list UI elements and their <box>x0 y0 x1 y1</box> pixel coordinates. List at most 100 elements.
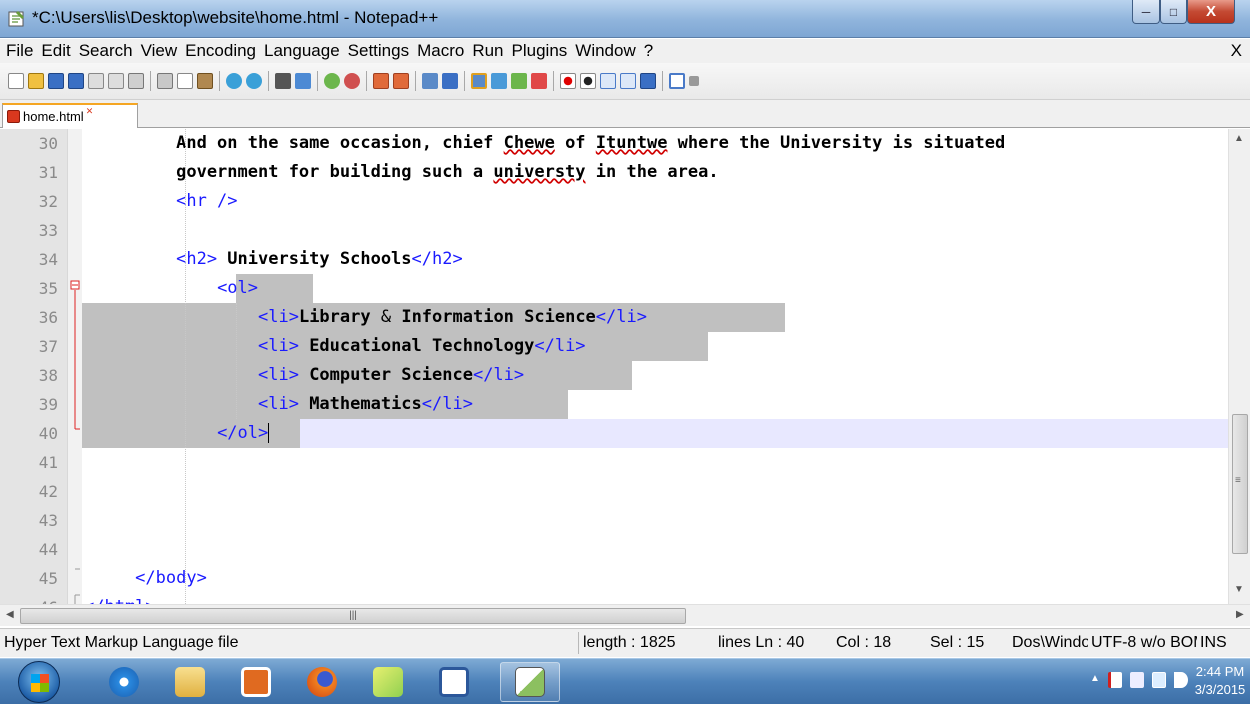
text-token: Mathematics <box>298 394 422 414</box>
menu-view[interactable]: View <box>137 41 182 61</box>
open-file-icon[interactable] <box>28 73 44 89</box>
menu-language[interactable]: Language <box>260 41 344 61</box>
text-token: Information Science <box>391 307 596 327</box>
text-token: Computer Science <box>298 365 473 385</box>
menu-edit[interactable]: Edit <box>37 41 74 61</box>
sticky-notes-icon <box>373 667 403 697</box>
vertical-scroll-thumb[interactable]: ≡ <box>1232 414 1248 554</box>
zoom-out-icon[interactable] <box>344 73 360 89</box>
line-number: 32 <box>38 192 58 211</box>
code-text: government for building such a universty… <box>84 158 718 187</box>
vertical-scrollbar[interactable]: ▲ ≡ ▼ <box>1228 129 1250 604</box>
show-hidden-icons-icon[interactable]: ▲ <box>1090 673 1100 684</box>
save-all-icon[interactable] <box>68 73 84 89</box>
print-icon[interactable] <box>128 73 144 89</box>
zoom-in-icon[interactable] <box>324 73 340 89</box>
menu-help[interactable]: ? <box>640 41 657 61</box>
menu-search[interactable]: Search <box>75 41 137 61</box>
close-file-icon[interactable] <box>88 73 104 89</box>
taskbar-media-player[interactable] <box>226 662 286 702</box>
status-bar: Hyper Text Markup Language file length :… <box>0 628 1250 657</box>
internet-explorer-icon <box>109 667 139 697</box>
scroll-up-arrow-icon[interactable]: ▲ <box>1234 133 1244 144</box>
menu-macro[interactable]: Macro <box>413 41 468 61</box>
toolbar-separator <box>464 71 465 91</box>
menu-file[interactable]: File <box>0 41 37 61</box>
word-wrap-icon[interactable] <box>422 73 438 89</box>
stop-macro-icon[interactable] <box>580 73 596 89</box>
firefox-icon <box>307 667 337 697</box>
tab-home-html[interactable]: home.html ✕ <box>2 103 138 128</box>
run-macro-multiple-icon[interactable] <box>620 73 636 89</box>
redo-icon[interactable] <box>246 73 262 89</box>
taskbar-internet-explorer[interactable] <box>94 662 154 702</box>
network-icon[interactable] <box>1152 672 1167 688</box>
user-lang-icon[interactable] <box>491 73 507 89</box>
menu-run[interactable]: Run <box>468 41 507 61</box>
spell-check-icon[interactable] <box>669 73 685 89</box>
close-all-icon[interactable] <box>108 73 124 89</box>
line-number: 46 <box>0 593 58 604</box>
unsaved-file-icon <box>7 110 20 123</box>
taskbar-firefox[interactable] <box>292 662 352 702</box>
find-icon[interactable] <box>275 73 291 89</box>
tab-close-icon[interactable]: ✕ <box>86 106 94 117</box>
replace-icon[interactable] <box>295 73 311 89</box>
record-macro-icon[interactable] <box>560 73 576 89</box>
horizontal-scrollbar[interactable]: ◀ ||| ▶ <box>0 604 1250 626</box>
scroll-left-arrow-icon[interactable]: ◀ <box>6 609 14 620</box>
toolbar-separator <box>553 71 554 91</box>
menu-window[interactable]: Window <box>571 41 639 61</box>
sync-vertical-icon[interactable] <box>373 73 389 89</box>
play-macro-icon[interactable] <box>600 73 616 89</box>
taskbar-word[interactable] <box>424 662 484 702</box>
volume-icon[interactable] <box>1174 672 1188 688</box>
scroll-down-arrow-icon[interactable]: ▼ <box>1234 584 1244 595</box>
menu-encoding[interactable]: Encoding <box>181 41 260 61</box>
spell-options-icon[interactable] <box>689 76 699 86</box>
devices-icon[interactable] <box>1130 672 1145 688</box>
start-button[interactable] <box>18 661 60 703</box>
taskbar-file-explorer[interactable] <box>160 662 220 702</box>
undo-icon[interactable] <box>226 73 242 89</box>
html-tag-token: </li> <box>534 336 586 356</box>
maximize-button[interactable]: □ <box>1160 0 1187 24</box>
toolbar-separator <box>268 71 269 91</box>
taskbar-sticky-notes[interactable] <box>358 662 418 702</box>
misspelled-word: Chewe <box>503 133 555 153</box>
code-text: And on the same occasion, chief Chewe of… <box>84 129 1005 158</box>
toolbar-separator <box>317 71 318 91</box>
html-tag-token: <li> <box>258 307 299 327</box>
text-caret <box>268 423 270 443</box>
new-file-icon[interactable] <box>8 73 24 89</box>
taskbar-notepadpp[interactable] <box>500 662 560 702</box>
paste-icon[interactable] <box>197 73 213 89</box>
text-token: Library <box>298 307 381 327</box>
tab-label: home.html <box>23 109 84 124</box>
minimize-button[interactable]: ─ <box>1132 0 1160 24</box>
indent-guide-icon[interactable] <box>471 73 487 89</box>
html-tag-token: </body> <box>84 568 207 588</box>
sync-horizontal-icon[interactable] <box>393 73 409 89</box>
action-center-flag-icon[interactable] <box>1108 672 1123 688</box>
code-text: </body> <box>84 564 207 593</box>
close-window-button[interactable]: X <box>1187 0 1235 24</box>
save-macro-icon[interactable] <box>640 73 656 89</box>
close-document-button[interactable]: X <box>1231 41 1242 61</box>
save-icon[interactable] <box>48 73 64 89</box>
status-col: Col : 18 <box>836 634 892 651</box>
menu-plugins[interactable]: Plugins <box>508 41 572 61</box>
copy-icon[interactable] <box>177 73 193 89</box>
clock[interactable]: 2:44 PM 3/3/2015 <box>1192 663 1248 699</box>
toolbar-separator <box>219 71 220 91</box>
horizontal-scroll-thumb[interactable]: ||| <box>20 608 686 624</box>
line-number: 40 <box>38 424 58 443</box>
menu-settings[interactable]: Settings <box>344 41 413 61</box>
show-all-chars-icon[interactable] <box>442 73 458 89</box>
doc-map-icon[interactable] <box>511 73 527 89</box>
editor[interactable]: 30 And on the same occasion, chief Chewe… <box>0 129 1250 604</box>
function-list-icon[interactable] <box>531 73 547 89</box>
cut-icon[interactable] <box>157 73 173 89</box>
scroll-right-arrow-icon[interactable]: ▶ <box>1236 609 1244 620</box>
